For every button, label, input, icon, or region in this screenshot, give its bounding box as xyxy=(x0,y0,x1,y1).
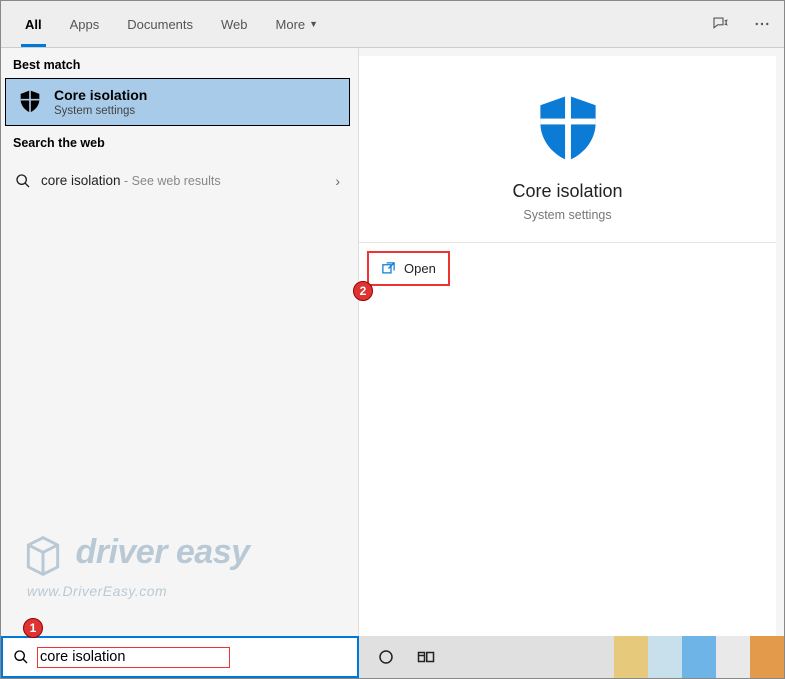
taskbar xyxy=(359,636,784,678)
caret-down-icon: ▼ xyxy=(309,19,318,29)
tab-apps[interactable]: Apps xyxy=(56,1,114,47)
chevron-right-icon: › xyxy=(335,173,340,189)
search-icon xyxy=(13,649,29,665)
cortana-icon[interactable] xyxy=(377,648,395,666)
bottom-bar xyxy=(1,636,784,678)
tab-web[interactable]: Web xyxy=(207,1,262,47)
search-filter-tabs: All Apps Documents Web More ▼ xyxy=(1,1,784,48)
preview-panel: Core isolation System settings Open xyxy=(359,48,784,636)
search-icon xyxy=(15,173,31,189)
best-match-item[interactable]: Core isolation System settings xyxy=(5,78,350,126)
preview-title: Core isolation xyxy=(359,181,776,202)
preview-subtitle: System settings xyxy=(359,208,776,222)
tab-more-label: More xyxy=(276,17,306,32)
search-input[interactable] xyxy=(40,649,227,665)
section-best-match: Best match xyxy=(1,48,358,78)
tab-more[interactable]: More ▼ xyxy=(262,1,333,47)
watermark-url: www.DriverEasy.com xyxy=(27,583,167,599)
open-icon xyxy=(381,261,396,276)
more-options-icon[interactable] xyxy=(750,12,774,36)
best-match-subtitle: System settings xyxy=(54,105,147,117)
annotation-step-2: 2 xyxy=(353,281,373,301)
feedback-icon[interactable] xyxy=(708,12,732,36)
tab-all[interactable]: All xyxy=(11,1,56,47)
web-result-hint: - See web results xyxy=(121,174,221,188)
best-match-title: Core isolation xyxy=(54,87,147,103)
results-panel: Best match Core isolation System setting… xyxy=(1,48,359,636)
open-button[interactable]: Open xyxy=(367,251,450,286)
main-content: Best match Core isolation System setting… xyxy=(1,48,784,636)
search-box[interactable] xyxy=(1,636,359,678)
web-result-item[interactable]: core isolation - See web results › xyxy=(5,162,354,200)
shield-large-icon xyxy=(529,89,607,167)
web-result-term: core isolation xyxy=(41,173,121,188)
watermark-title: driver easy xyxy=(75,533,249,571)
divider xyxy=(359,242,776,243)
taskbar-tray xyxy=(614,636,784,678)
annotation-step-1: 1 xyxy=(23,618,43,638)
open-label: Open xyxy=(404,261,436,276)
watermark: driver easy www.DriverEasy.com xyxy=(21,533,250,601)
section-search-web: Search the web xyxy=(1,126,358,156)
tab-documents[interactable]: Documents xyxy=(113,1,207,47)
task-view-icon[interactable] xyxy=(417,648,435,666)
shield-icon xyxy=(16,88,44,116)
